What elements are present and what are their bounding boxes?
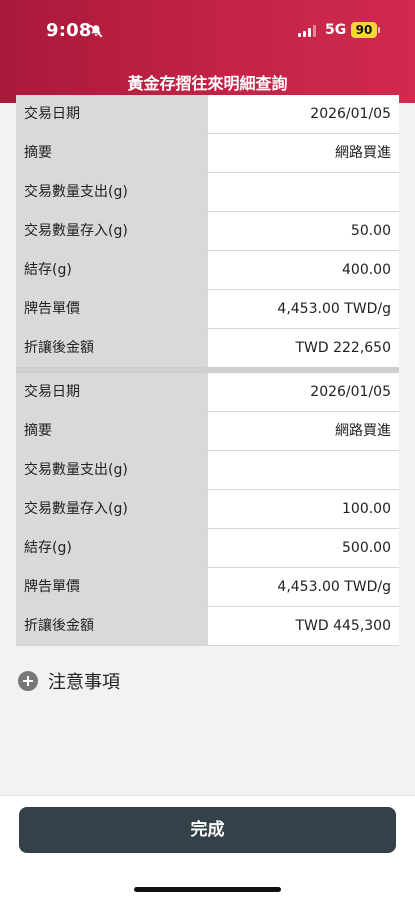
- table-row: 交易數量支出(g): [16, 451, 399, 490]
- table-row: 交易日期 2026/01/05: [16, 373, 399, 412]
- field-value: 500.00: [207, 529, 399, 567]
- field-label: 交易日期: [16, 373, 207, 411]
- field-value: 2026/01/05: [207, 373, 399, 411]
- field-value: 網路買進: [207, 412, 399, 450]
- bell-slash-icon: [89, 24, 103, 38]
- transaction-table-2: 交易日期 2026/01/05 摘要 網路買進 交易數量支出(g) 交易數量存入…: [16, 373, 399, 646]
- table-row: 折讓後金額 TWD 222,650: [16, 329, 399, 368]
- field-label: 交易數量存入(g): [16, 212, 207, 250]
- field-value: 400.00: [207, 251, 399, 289]
- field-label: 摘要: [16, 412, 207, 450]
- field-value: TWD 445,300: [207, 607, 399, 645]
- field-value: 100.00: [207, 490, 399, 528]
- signal-icon: [298, 25, 316, 37]
- notice-label: 注意事項: [48, 672, 120, 693]
- transaction-table-1: 交易日期 2026/01/05 摘要 網路買進 交易數量支出(g) 交易數量存入…: [16, 95, 399, 368]
- field-label: 摘要: [16, 134, 207, 172]
- field-label: 折讓後金額: [16, 607, 207, 645]
- table-row: 結存(g) 500.00: [16, 529, 399, 568]
- field-value: [207, 173, 399, 211]
- notice-toggle[interactable]: 注意事項: [18, 668, 120, 694]
- table-row: 摘要 網路買進: [16, 412, 399, 451]
- field-value: [207, 451, 399, 489]
- complete-button[interactable]: 完成: [19, 807, 396, 853]
- field-label: 結存(g): [16, 251, 207, 289]
- table-row: 交易數量存入(g) 50.00: [16, 212, 399, 251]
- field-value: TWD 222,650: [207, 329, 399, 367]
- field-label: 交易數量支出(g): [16, 451, 207, 489]
- battery-tip: [378, 27, 380, 33]
- bottom-action-bar: 完成: [0, 795, 415, 901]
- field-label: 交易數量存入(g): [16, 490, 207, 528]
- table-row: 結存(g) 400.00: [16, 251, 399, 290]
- field-label: 牌告單價: [16, 568, 207, 606]
- field-label: 交易日期: [16, 95, 207, 133]
- field-value: 4,453.00 TWD/g: [207, 290, 399, 328]
- field-label: 牌告單價: [16, 290, 207, 328]
- network-label: 5G: [325, 22, 347, 38]
- table-row: 牌告單價 4,453.00 TWD/g: [16, 290, 399, 329]
- field-value: 網路買進: [207, 134, 399, 172]
- field-value: 2026/01/05: [207, 95, 399, 133]
- table-row: 摘要 網路買進: [16, 134, 399, 173]
- battery-badge: 90: [351, 22, 377, 38]
- table-row: 交易數量支出(g): [16, 173, 399, 212]
- status-time: 9:08: [46, 20, 92, 41]
- field-label: 結存(g): [16, 529, 207, 567]
- plus-circle-icon: [18, 671, 38, 691]
- field-value: 50.00: [207, 212, 399, 250]
- table-row: 折讓後金額 TWD 445,300: [16, 607, 399, 646]
- field-label: 折讓後金額: [16, 329, 207, 367]
- app-header: 9:08 5G 90 黃金存摺往來明細查詢: [0, 0, 415, 103]
- page-title: 黃金存摺往來明細查詢: [127, 74, 288, 93]
- home-indicator: [134, 887, 281, 892]
- field-label: 交易數量支出(g): [16, 173, 207, 211]
- table-row: 牌告單價 4,453.00 TWD/g: [16, 568, 399, 607]
- table-row: 交易日期 2026/01/05: [16, 95, 399, 134]
- table-row: 交易數量存入(g) 100.00: [16, 490, 399, 529]
- field-value: 4,453.00 TWD/g: [207, 568, 399, 606]
- status-bar: 9:08 5G 90: [0, 0, 415, 62]
